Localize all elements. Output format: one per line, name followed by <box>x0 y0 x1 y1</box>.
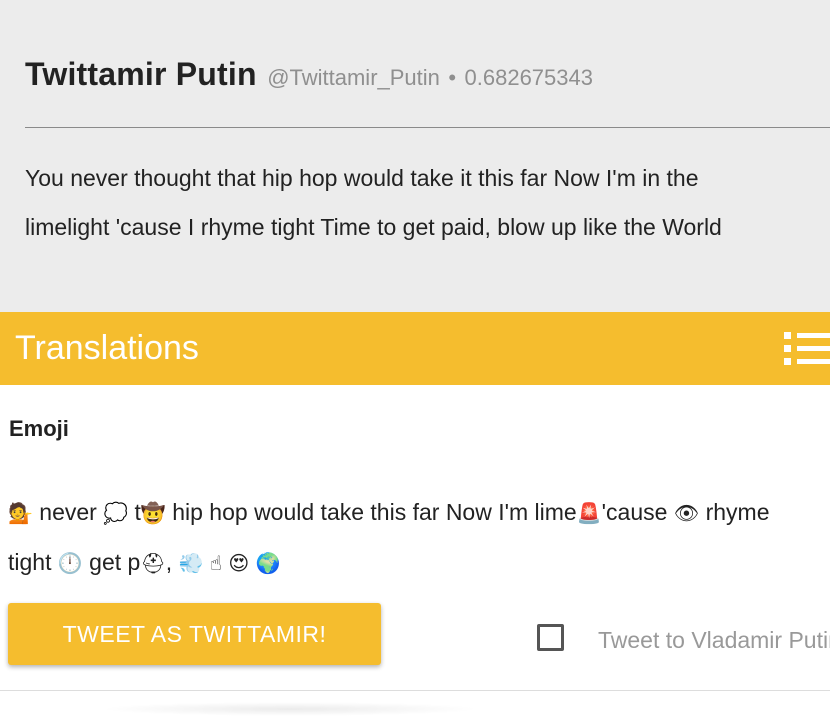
translations-header: Translations <box>0 312 830 385</box>
emoji-icon: 🚨 <box>576 501 602 525</box>
emoji-text-segment: get p <box>82 549 141 575</box>
tweet-as-button[interactable]: TWEET AS TWITTAMIR! <box>8 603 381 665</box>
emoji-text-segment: never <box>32 499 104 525</box>
tweet-header: Twittamir Putin @Twittamir_Putin • 0.682… <box>25 56 593 93</box>
divider <box>25 127 830 128</box>
author-handle[interactable]: @Twittamir_Putin <box>267 65 440 90</box>
emoji-text-segment: rhyme <box>699 499 770 525</box>
emoji-text-segment: tight <box>8 549 58 575</box>
emoji-icon: 🕛 <box>57 551 83 575</box>
tweet-text: You never thought that hip hop would tak… <box>25 154 815 252</box>
divider <box>0 690 830 691</box>
emoji-text-segment: hip hop would take this far Now I'm lime <box>165 499 577 525</box>
tweet-text-line: limelight 'cause I rhyme tight Time to g… <box>25 214 722 240</box>
emoji-text-segment: 'cause <box>601 499 674 525</box>
emoji-icon: 💨 <box>178 551 204 575</box>
emoji-line: 💁 never 💭 t🤠 hip hop would take this far… <box>8 488 823 538</box>
emoji-icon: 💭 <box>103 501 129 525</box>
emoji-icon: ⛑ <box>140 551 166 575</box>
score-value: 0.682675343 <box>464 65 593 90</box>
tweet-to-checkbox[interactable] <box>537 624 564 651</box>
card-shadow <box>100 702 480 716</box>
emoji-text-segment: , <box>165 549 179 575</box>
section-label-emoji: Emoji <box>9 416 69 441</box>
emoji-icon: 😍 <box>228 551 250 575</box>
emoji-icon: 💁 <box>8 501 33 525</box>
emoji-text-segment: t <box>128 499 141 525</box>
emoji-icon: 👁 <box>673 501 700 525</box>
list-icon[interactable] <box>784 332 830 366</box>
tweet-text-line: You never thought that hip hop would tak… <box>25 165 699 191</box>
translations-title: Translations <box>15 329 199 367</box>
emoji-icon: ☝ <box>209 551 222 575</box>
tweet-to-label[interactable]: Tweet to Vladamir Putin <box>598 627 830 654</box>
emoji-icon: 🤠 <box>140 501 166 525</box>
emoji-line: tight 🕛 get p⛑, 💨 ☝ 😍 🌍 <box>8 538 823 588</box>
tweet-card: Twittamir Putin @Twittamir_Putin • 0.682… <box>0 0 830 312</box>
author-name: Twittamir Putin <box>25 56 257 92</box>
emoji-translation: 💁 never 💭 t🤠 hip hop would take this far… <box>8 488 823 588</box>
separator: • <box>448 65 457 90</box>
emoji-icon: 🌍 <box>255 551 281 575</box>
